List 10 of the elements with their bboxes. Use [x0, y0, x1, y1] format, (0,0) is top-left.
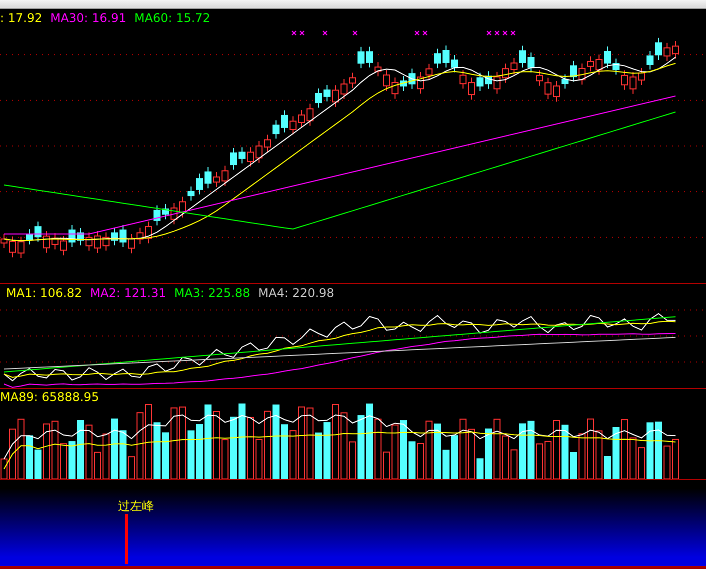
legend-text: MA89: 65888.95 [0, 390, 99, 404]
legend-text: MA60: 15.72 [134, 11, 210, 25]
signal-bar [125, 514, 128, 564]
legend-text: MA30: 16.91 [50, 11, 126, 25]
legend-text: : 17.92 [0, 11, 42, 25]
legend-text: MA3: 225.88 [174, 286, 250, 300]
legend-text: MA4: 220.98 [258, 286, 334, 300]
signal-label: 过左峰 [118, 498, 154, 515]
legend-text: MA1: 106.82 [6, 286, 82, 300]
legend-text: MA2: 121.31 [90, 286, 166, 300]
